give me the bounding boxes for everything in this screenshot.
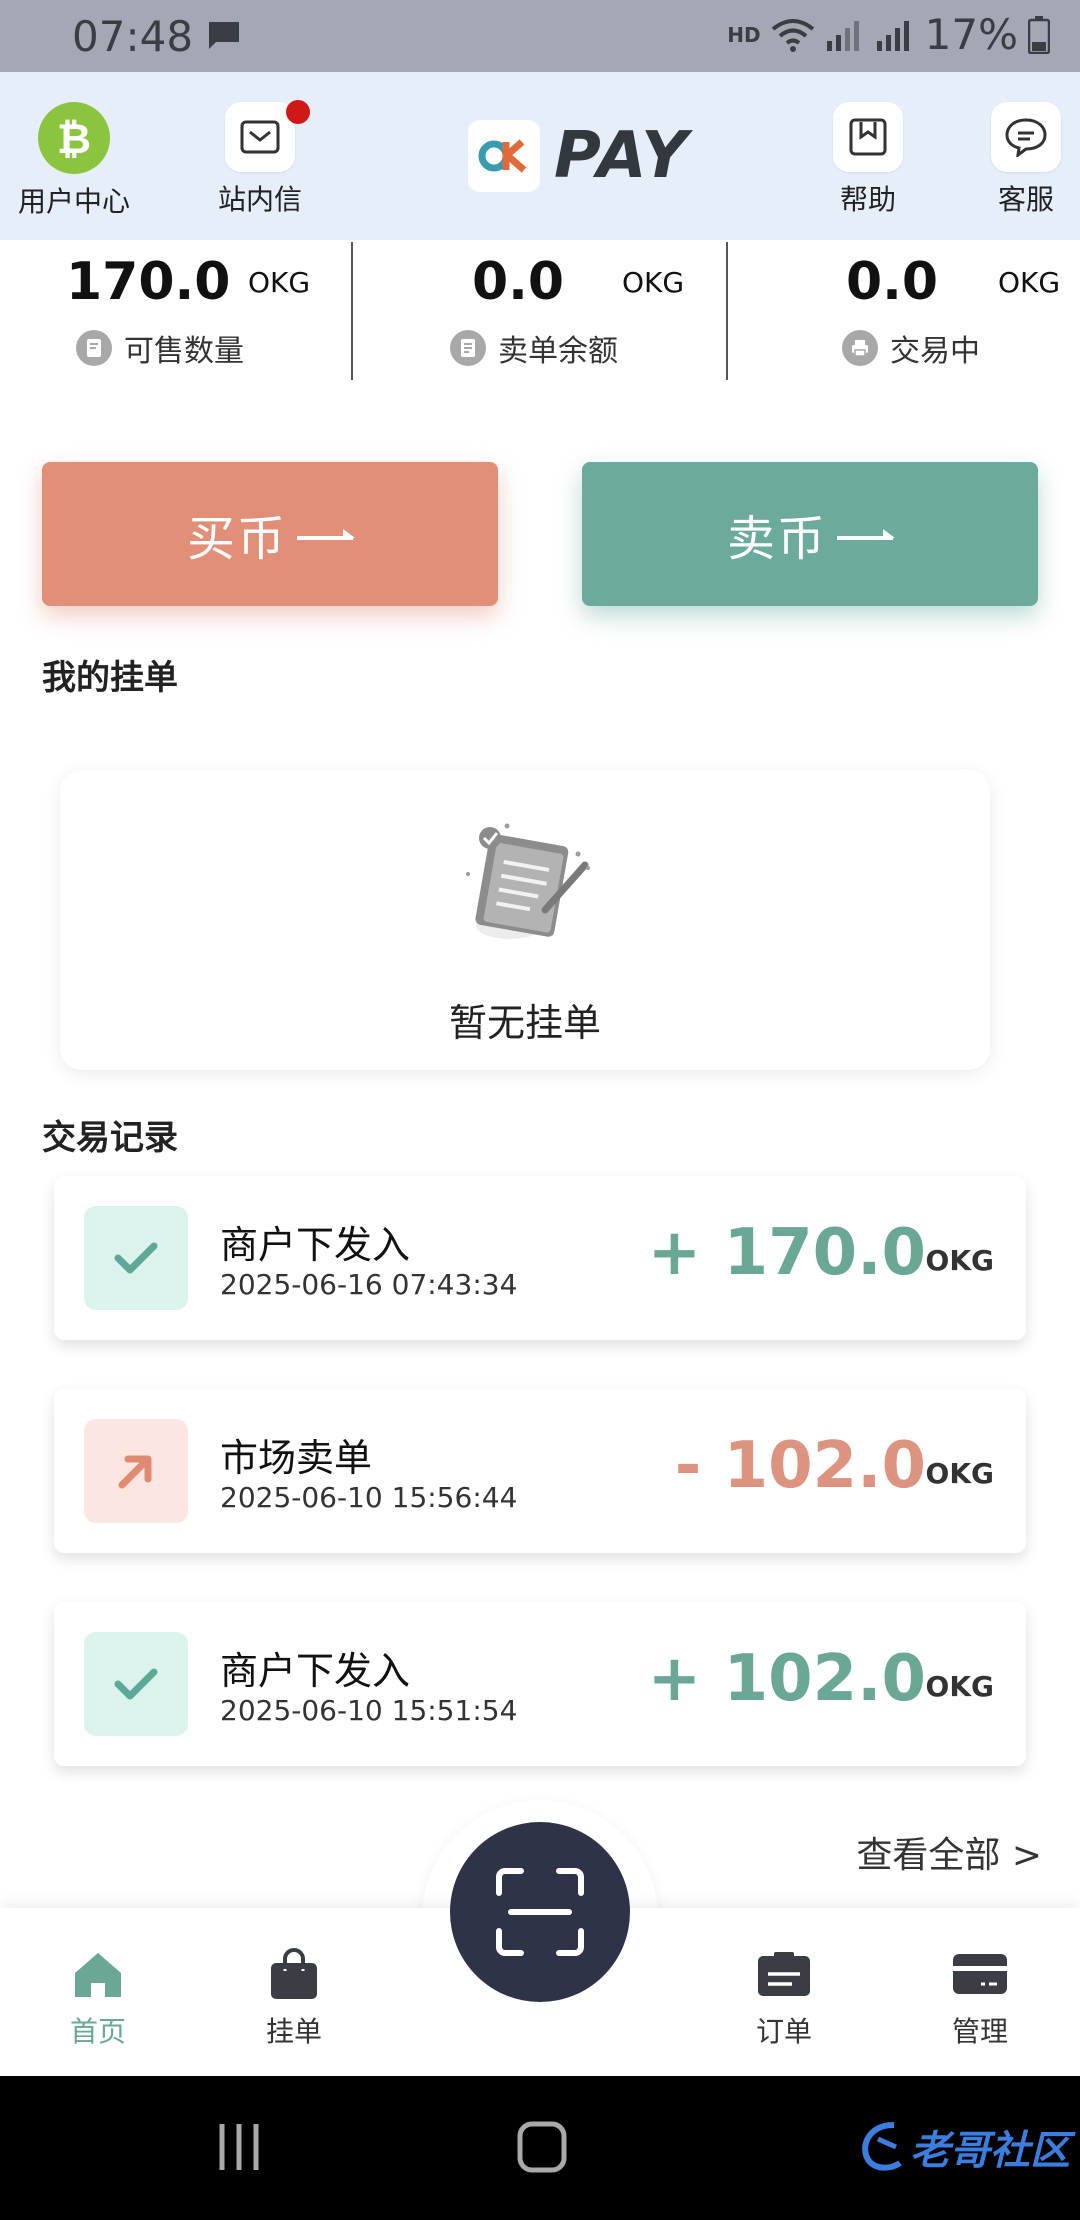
record-item[interactable]: 商户下发入 2025-06-16 07:43:34 + 170.0 OKG	[54, 1176, 1026, 1340]
message-notification-icon	[209, 22, 239, 49]
stat-divider	[726, 242, 728, 380]
arrow-right-icon	[297, 529, 355, 540]
bitcoin-icon: ₿	[38, 102, 110, 174]
stat-divider	[351, 242, 353, 380]
nav-home-label: 首页	[69, 2015, 126, 2048]
network-type: HD	[727, 22, 761, 47]
record-unit: OKG	[925, 1670, 994, 1703]
record-unit: OKG	[925, 1457, 994, 1490]
sell-coin-button[interactable]: 卖币	[582, 462, 1038, 606]
record-amount: - 102.0	[674, 1429, 926, 1503]
record-unit: OKG	[925, 1244, 994, 1277]
help-label: 帮助	[839, 183, 896, 216]
app-header: ₿ 用户中心 站内信 PAY 帮助 客服	[0, 72, 1080, 240]
balance-stats: 170.0 OKG 可售数量 0.0 OKG 卖单余额 0.0 OKG 交易中	[0, 240, 1080, 380]
stat-value: 0.0	[846, 252, 939, 312]
nav-manage-label: 管理	[951, 2015, 1008, 2048]
stat-value: 170.0	[66, 252, 231, 312]
stat-sell-balance: 0.0 OKG 卖单余额	[354, 240, 714, 380]
stat-label: 交易中	[890, 334, 980, 369]
scan-icon	[496, 1868, 584, 1956]
stat-label: 卖单余额	[498, 334, 618, 369]
empty-orders-text: 暂无挂单	[448, 1001, 601, 1045]
nav-orders-label: 订单	[755, 2015, 812, 2048]
messages-button[interactable]: 站内信	[190, 100, 330, 218]
watermark: 老哥社区	[854, 2118, 1070, 2176]
signal-icon	[826, 20, 859, 51]
check-icon	[84, 1206, 188, 1310]
mail-icon	[225, 102, 295, 172]
recent-apps-icon[interactable]	[216, 2120, 262, 2174]
document-icon	[76, 330, 112, 366]
record-amount: + 170.0	[647, 1216, 926, 1290]
nav-listings[interactable]: 挂单	[224, 1944, 364, 2050]
scan-button[interactable]	[450, 1822, 630, 2002]
help-book-icon	[833, 102, 903, 172]
service-label: 客服	[997, 183, 1054, 216]
my-orders-empty-card: 暂无挂单	[60, 770, 990, 1070]
record-date: 2025-06-16 07:43:34	[220, 1268, 518, 1301]
messages-label: 站内信	[217, 183, 302, 216]
stat-unit: OKG	[998, 266, 1061, 299]
chat-bubble-icon	[991, 102, 1061, 172]
logo-text: PAY	[554, 119, 690, 193]
home-system-icon[interactable]	[516, 2120, 568, 2174]
stat-label-row: 卖单余额	[450, 326, 618, 370]
stat-value: 0.0	[472, 252, 565, 312]
trade-records-title: 交易记录	[42, 1118, 178, 1158]
stat-unit: OKG	[248, 266, 311, 299]
view-all-link[interactable]: 查看全部 >	[856, 1826, 1042, 1878]
battery-icon	[1028, 15, 1050, 54]
watermark-text: 老哥社区	[910, 2128, 1070, 2174]
arrow-right-icon	[837, 529, 895, 540]
check-icon	[84, 1632, 188, 1736]
user-center-label: 用户中心	[17, 185, 130, 218]
signal-4g-icon	[876, 20, 909, 51]
record-title: 市场卖单	[220, 1436, 373, 1480]
app-logo: PAY	[468, 116, 690, 196]
status-indicators: HD 17%	[727, 10, 1050, 59]
stat-label-row: 可售数量	[76, 326, 244, 370]
my-orders-title: 我的挂单	[42, 658, 178, 698]
customer-service-button[interactable]: 客服	[956, 102, 1080, 218]
record-date: 2025-06-10 15:56:44	[220, 1481, 518, 1514]
printer-icon	[842, 330, 878, 366]
record-title: 商户下发入	[220, 1223, 411, 1267]
sell-coin-label: 卖币	[726, 511, 827, 567]
empty-orders-illustration	[466, 823, 590, 939]
status-time: 07:48	[72, 12, 194, 61]
stat-trading: 0.0 OKG 交易中	[730, 240, 1080, 380]
record-date: 2025-06-10 15:51:54	[220, 1694, 518, 1727]
nav-listings-label: 挂单	[265, 2015, 322, 2048]
clipboard-icon	[714, 1944, 854, 2004]
battery-percent: 17%	[924, 10, 1018, 59]
nav-manage[interactable]: 管理	[910, 1944, 1050, 2050]
record-item[interactable]: 市场卖单 2025-06-10 15:56:44 - 102.0 OKG	[54, 1389, 1026, 1553]
card-icon	[910, 1944, 1050, 2004]
ok-logo-icon	[468, 120, 540, 192]
user-center-button[interactable]: ₿ 用户中心	[4, 102, 144, 220]
nav-home[interactable]: 首页	[28, 1944, 168, 2050]
record-amount: + 102.0	[647, 1642, 926, 1716]
stat-available: 170.0 OKG 可售数量	[0, 240, 360, 380]
arrow-up-right-icon	[84, 1419, 188, 1523]
home-icon	[28, 1944, 168, 2004]
nav-orders[interactable]: 订单	[714, 1944, 854, 2050]
shopping-bag-icon	[224, 1944, 364, 2004]
stat-label-row: 交易中	[842, 326, 980, 370]
record-title: 商户下发入	[220, 1649, 411, 1693]
receipt-icon	[450, 330, 486, 366]
buy-coin-button[interactable]: 买币	[42, 462, 498, 606]
stat-unit: OKG	[622, 266, 685, 299]
dragon-logo-icon	[862, 2122, 902, 2171]
status-bar: 07:48 HD 17%	[0, 0, 1080, 72]
help-button[interactable]: 帮助	[798, 102, 938, 218]
unread-dot	[286, 100, 310, 124]
buy-coin-label: 买币	[186, 511, 287, 567]
wifi-icon	[771, 18, 814, 52]
record-item[interactable]: 商户下发入 2025-06-10 15:51:54 + 102.0 OKG	[54, 1602, 1026, 1766]
stat-label: 可售数量	[124, 334, 244, 369]
